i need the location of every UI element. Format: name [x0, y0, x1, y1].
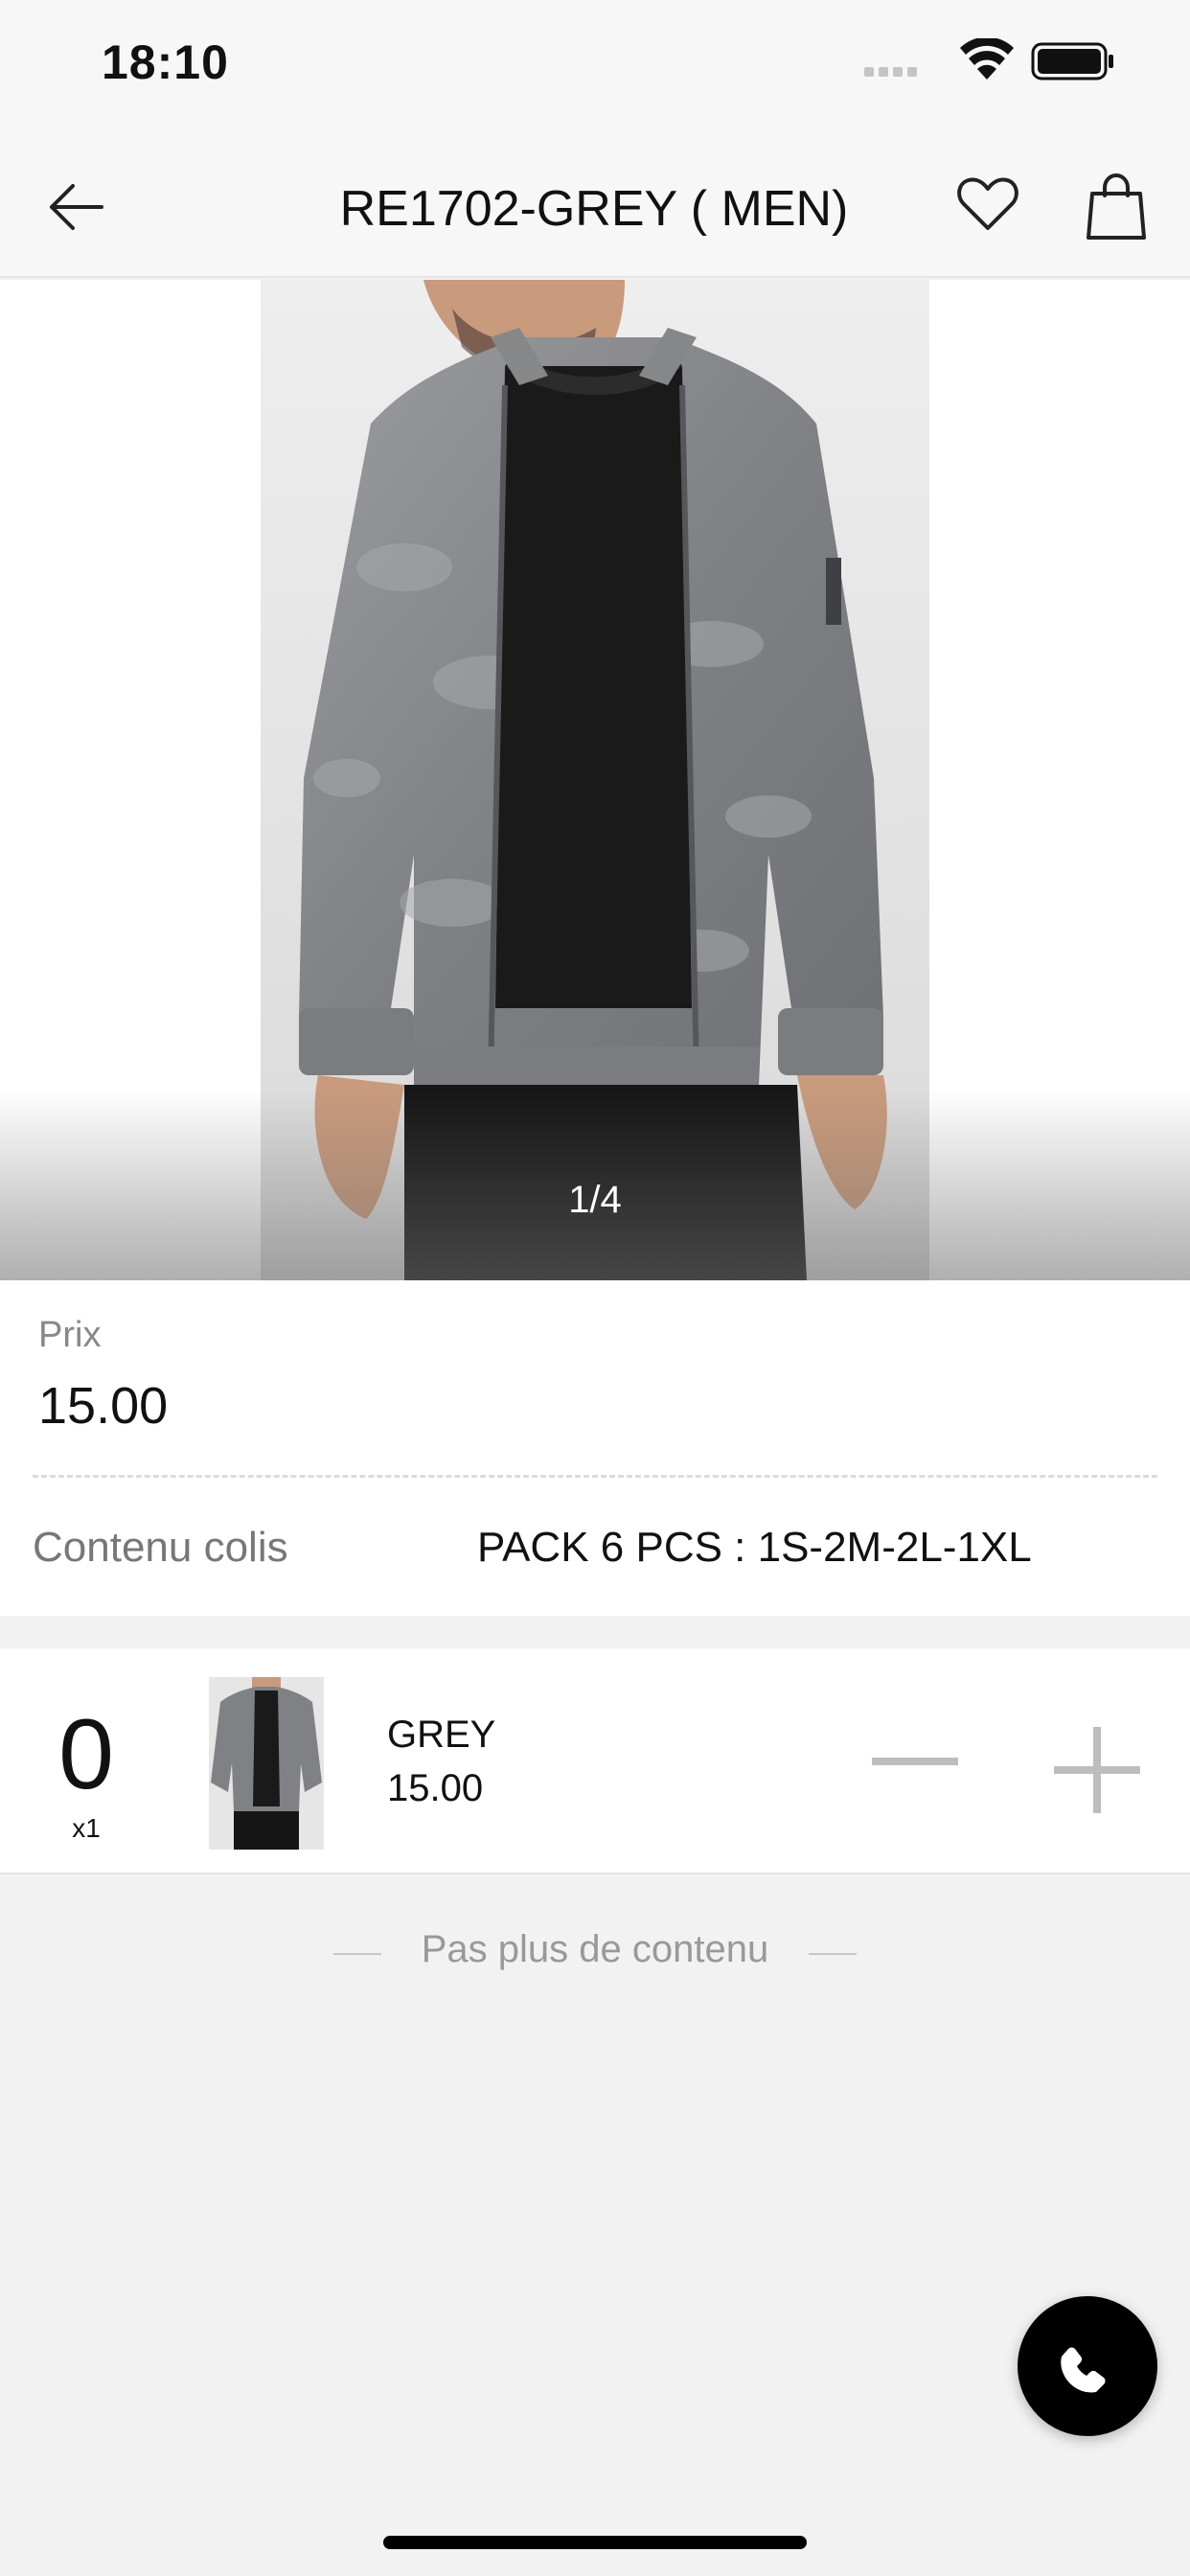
end-line-right: [809, 1953, 857, 1955]
end-of-list: Pas plus de contenu: [0, 1928, 1190, 1986]
status-time: 18:10: [102, 35, 229, 89]
quantity-unit: x1: [72, 1813, 101, 1843]
battery-icon: [1031, 42, 1113, 80]
page-title: RE1702-GREY ( MEN): [339, 181, 849, 237]
status-bar: 18:10: [0, 0, 1190, 134]
plus-icon[interactable]: [1050, 1723, 1144, 1817]
product-detail-screen: 18:10 RE1702-GREY ( MEN) 1/4 Prix 15.00 …: [0, 0, 1190, 2576]
cellular-signal-icon: [864, 67, 917, 77]
quantity-value: 0: [58, 1699, 114, 1810]
variant-color-name: GREY: [387, 1714, 496, 1756]
call-button[interactable]: [1018, 2296, 1157, 2436]
image-counter: 1/4: [568, 1179, 622, 1221]
price-label: Prix: [38, 1315, 102, 1355]
pack-content-value: PACK 6 PCS : 1S-2M-2L-1XL: [477, 1524, 1032, 1571]
status-icons: [864, 38, 1113, 80]
minus-icon[interactable]: [862, 1723, 968, 1800]
wifi-icon: [960, 38, 1014, 80]
app-header: RE1702-GREY ( MEN): [0, 134, 1190, 278]
shopping-bag-icon[interactable]: [1083, 171, 1150, 242]
product-image-carousel[interactable]: [0, 280, 1190, 1280]
end-of-list-text: Pas plus de contenu: [421, 1928, 769, 1970]
dashed-divider: [33, 1475, 1157, 1478]
variant-thumbnail: [209, 1677, 324, 1850]
pack-content-label: Contenu colis: [33, 1524, 288, 1571]
home-indicator: [383, 2536, 807, 2549]
variant-row: 0 x1 GREY 15.00: [0, 1648, 1190, 1874]
price-section: Prix 15.00 Contenu colis PACK 6 PCS : 1S…: [0, 1280, 1190, 1616]
price-value: 15.00: [38, 1377, 169, 1435]
back-arrow-icon[interactable]: [42, 172, 109, 240]
variant-price: 15.00: [387, 1767, 484, 1809]
heart-icon[interactable]: [954, 171, 1021, 238]
phone-icon: [1061, 2347, 1106, 2393]
